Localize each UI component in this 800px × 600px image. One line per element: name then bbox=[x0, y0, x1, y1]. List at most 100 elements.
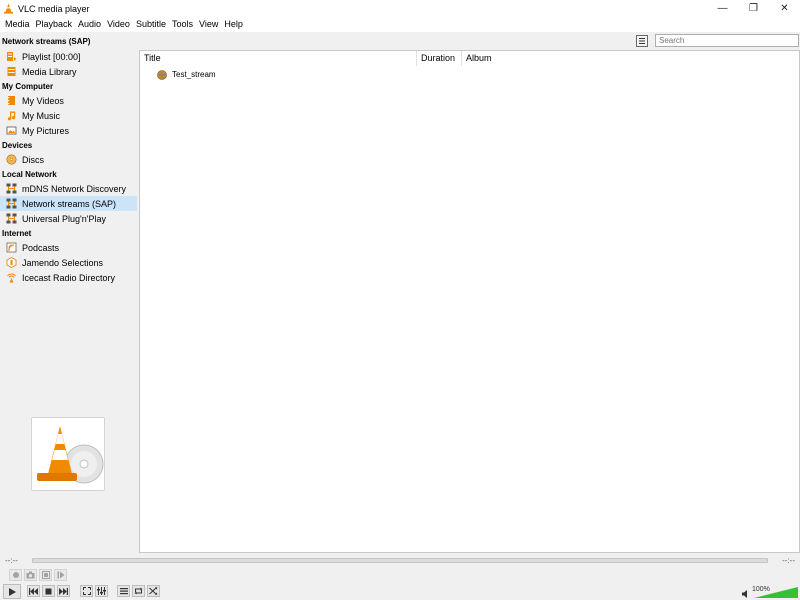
column-header-duration[interactable]: Duration bbox=[417, 51, 462, 66]
previous-button[interactable] bbox=[27, 585, 40, 597]
sidebar-item-label: My Music bbox=[22, 110, 60, 121]
play-icon bbox=[9, 587, 16, 596]
sidebar-item-my-pictures[interactable]: My Pictures bbox=[0, 123, 137, 138]
menu-bar: Media Playback Audio Video Subtitle Tool… bbox=[0, 17, 800, 32]
menu-help[interactable]: Help bbox=[221, 17, 246, 32]
volume-fill bbox=[754, 587, 798, 598]
section-devices: Devices bbox=[2, 141, 33, 150]
equalizer-icon bbox=[97, 587, 106, 595]
column-header-title[interactable]: Title bbox=[140, 51, 417, 66]
network-icon bbox=[6, 198, 17, 209]
playlist-button[interactable] bbox=[117, 585, 130, 597]
loop-ab-icon bbox=[41, 571, 50, 579]
loop-ab-button[interactable] bbox=[39, 569, 52, 581]
playlist-view: Title Duration Album Test_stream bbox=[139, 50, 800, 553]
vlc-cone-disc-icon bbox=[37, 426, 104, 484]
section-my-computer: My Computer bbox=[2, 82, 54, 91]
playlist-view-toggle-icon[interactable] bbox=[636, 35, 648, 47]
next-icon bbox=[59, 587, 68, 595]
menu-subtitle[interactable]: Subtitle bbox=[133, 17, 169, 32]
maximize-button[interactable]: ❐ bbox=[738, 0, 769, 17]
pictures-icon bbox=[6, 126, 17, 135]
sidebar-item-icecast[interactable]: Icecast Radio Directory bbox=[0, 270, 137, 285]
sidebar-item-podcasts[interactable]: Podcasts bbox=[0, 240, 137, 255]
fullscreen-icon bbox=[82, 587, 91, 595]
sidebar-item-label: Universal Plug'n'Play bbox=[22, 213, 106, 224]
network-icon bbox=[6, 183, 17, 194]
playlist-row-title: Test_stream bbox=[172, 70, 216, 79]
record-button[interactable] bbox=[9, 569, 22, 581]
stop-button[interactable] bbox=[42, 585, 55, 597]
sidebar-item-label: My Videos bbox=[22, 95, 64, 106]
icecast-icon bbox=[7, 273, 16, 283]
section-internet: Internet bbox=[2, 229, 32, 238]
disc-icon bbox=[6, 154, 17, 165]
sidebar-item-my-music[interactable]: My Music bbox=[0, 108, 137, 123]
sidebar-item-media-library[interactable]: Media Library bbox=[0, 64, 137, 79]
sidebar-item-network-streams-sap[interactable]: Network streams (SAP) bbox=[0, 196, 137, 211]
sidebar-item-label: Icecast Radio Directory bbox=[22, 272, 116, 283]
stop-icon bbox=[45, 588, 52, 594]
seek-slider[interactable] bbox=[32, 558, 768, 563]
sidebar-item-label: Media Library bbox=[22, 66, 77, 77]
playlist-toolbar bbox=[138, 32, 800, 50]
sidebar-item-playlist[interactable]: Playlist [00:00] bbox=[0, 49, 137, 64]
menu-media[interactable]: Media bbox=[2, 17, 33, 32]
playlist-row[interactable]: Test_stream bbox=[157, 68, 216, 81]
jamendo-icon bbox=[6, 257, 17, 268]
minimize-button[interactable]: — bbox=[707, 0, 738, 17]
playlist-toggle-icon bbox=[119, 588, 128, 595]
sidebar-item-upnp[interactable]: Universal Plug'n'Play bbox=[0, 211, 137, 226]
shuffle-icon bbox=[149, 587, 158, 595]
search-input[interactable] bbox=[655, 34, 799, 47]
column-header-album[interactable]: Album bbox=[462, 51, 582, 66]
menu-video[interactable]: Video bbox=[104, 17, 133, 32]
menu-tools[interactable]: Tools bbox=[169, 17, 196, 32]
snapshot-button[interactable] bbox=[24, 569, 37, 581]
menu-playback[interactable]: Playback bbox=[33, 17, 76, 32]
menu-audio[interactable]: Audio bbox=[75, 17, 104, 32]
network-icon bbox=[6, 213, 17, 224]
total-time: --:-- bbox=[782, 556, 795, 565]
sidebar: Network streams (SAP) Playlist [00:00] M… bbox=[0, 32, 138, 553]
stream-globe-icon bbox=[157, 69, 167, 80]
sidebar-item-discs[interactable]: Discs bbox=[0, 152, 137, 167]
sidebar-item-label: Podcasts bbox=[22, 242, 60, 253]
sidebar-item-label: Jamendo Selections bbox=[22, 257, 104, 268]
title-bar: VLC media player — ❐ ✕ bbox=[0, 0, 800, 17]
camera-icon bbox=[26, 571, 35, 579]
sidebar-item-label: My Pictures bbox=[22, 125, 70, 136]
menu-view[interactable]: View bbox=[196, 17, 221, 32]
volume-slider[interactable] bbox=[754, 587, 798, 598]
playlist-icon bbox=[7, 52, 17, 61]
sidebar-item-my-videos[interactable]: My Videos bbox=[0, 93, 137, 108]
sidebar-item-label: mDNS Network Discovery bbox=[22, 183, 127, 194]
close-button[interactable]: ✕ bbox=[769, 0, 800, 17]
sidebar-heading: Network streams (SAP) bbox=[2, 37, 91, 46]
frame-step-icon bbox=[57, 571, 64, 579]
shuffle-button[interactable] bbox=[147, 585, 160, 597]
seek-row: --:-- --:-- bbox=[0, 555, 800, 567]
extended-settings-button[interactable] bbox=[95, 585, 108, 597]
sidebar-item-label: Network streams (SAP) bbox=[22, 198, 117, 209]
album-art-placeholder bbox=[31, 417, 105, 491]
sidebar-item-mdns[interactable]: mDNS Network Discovery bbox=[0, 181, 137, 196]
next-button[interactable] bbox=[57, 585, 70, 597]
previous-icon bbox=[29, 587, 38, 595]
fullscreen-button[interactable] bbox=[80, 585, 93, 597]
loop-icon bbox=[134, 587, 143, 595]
sidebar-item-jamendo[interactable]: Jamendo Selections bbox=[0, 255, 137, 270]
sidebar-item-label: Discs bbox=[22, 154, 44, 165]
window-title: VLC media player bbox=[18, 3, 90, 14]
podcast-icon bbox=[6, 242, 17, 253]
music-icon bbox=[7, 111, 16, 121]
speaker-icon[interactable] bbox=[742, 590, 750, 598]
elapsed-time: --:-- bbox=[5, 556, 18, 565]
frame-step-button[interactable] bbox=[54, 569, 67, 581]
loop-button[interactable] bbox=[132, 585, 145, 597]
vlc-cone-icon bbox=[4, 3, 13, 14]
section-local-network: Local Network bbox=[2, 170, 57, 179]
play-button[interactable] bbox=[3, 584, 21, 599]
videos-icon bbox=[8, 96, 15, 105]
media-library-icon bbox=[7, 67, 16, 76]
